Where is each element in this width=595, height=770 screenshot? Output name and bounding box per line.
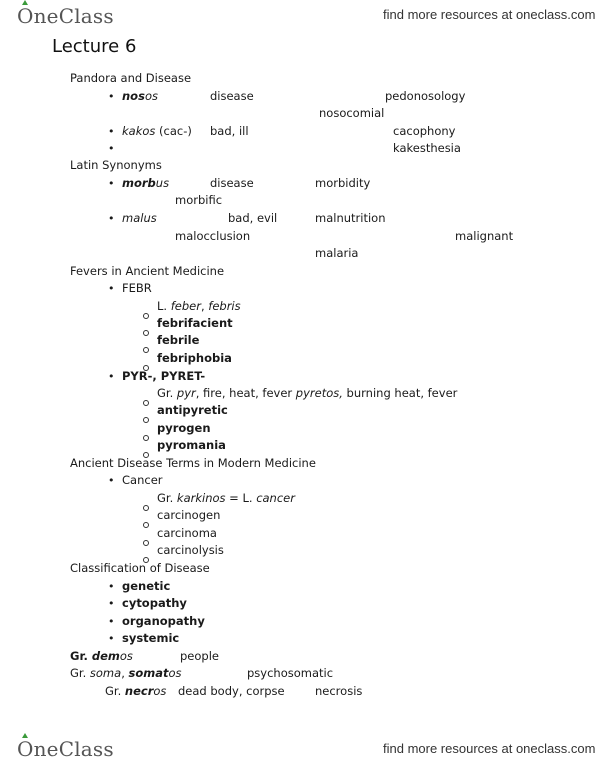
example: pedonosology — [385, 89, 466, 103]
bullet-icon: • — [108, 125, 115, 138]
footer-tagline[interactable]: find more resources at oneclass.com — [383, 741, 595, 756]
febr-term: febriphobia — [157, 351, 232, 365]
pyr-term: pyromania — [157, 438, 226, 452]
bullet-icon: • — [108, 615, 115, 628]
bullet-icon: • — [108, 632, 115, 645]
bullet-icon: • — [108, 90, 115, 103]
example: nosocomial — [319, 106, 385, 120]
febr-term: febrile — [157, 333, 200, 347]
page-title: Lecture 6 — [52, 36, 137, 57]
classification-item: systemic — [122, 631, 180, 645]
example: psychosomatic — [247, 666, 334, 680]
classification-item: organopathy — [122, 614, 205, 628]
oneclass-logo[interactable]: OneClass — [17, 0, 114, 28]
bullet-icon: • — [108, 282, 115, 295]
term-morbus: morbus — [122, 176, 170, 190]
circle-bullet-icon — [143, 513, 149, 532]
section-heading: Fevers in Ancient Medicine — [70, 264, 225, 278]
pyr-term: pyrogen — [157, 421, 211, 435]
classification-item: cytopathy — [122, 596, 187, 610]
cancer-term: carcinoma — [157, 526, 217, 540]
bullet-icon: • — [108, 597, 115, 610]
bullet-icon: • — [108, 212, 115, 225]
term-pyr: PYR-, PYRET- — [122, 369, 206, 383]
cancer-term: carcinolysis — [157, 543, 224, 557]
bullet-icon: • — [108, 474, 115, 487]
bullet-icon: • — [108, 177, 115, 190]
example: malignant — [455, 229, 514, 243]
section-heading: Classification of Disease — [70, 561, 210, 575]
term-necros: Gr. necros — [105, 684, 167, 698]
logo-text: OneClass — [17, 4, 114, 28]
term-soma: Gr. soma, somatos — [70, 666, 182, 680]
section-heading: Pandora and Disease — [70, 71, 192, 85]
term-demos: Gr. demos — [70, 649, 133, 663]
definition: bad, evil — [228, 211, 278, 225]
example: malaria — [315, 246, 359, 260]
definition: bad, ill — [210, 124, 249, 138]
example: necrosis — [315, 684, 363, 698]
example: cacophony — [393, 124, 456, 138]
term-kakos: kakos (cac-) — [122, 124, 192, 138]
circle-bullet-icon — [143, 338, 149, 357]
classification-item: genetic — [122, 579, 171, 593]
circle-bullet-icon — [143, 408, 149, 427]
example: morbidity — [315, 176, 371, 190]
term-nosos: nosos — [122, 89, 158, 103]
definition: disease — [210, 89, 254, 103]
pyr-term: antipyretic — [157, 403, 228, 417]
definition: people — [180, 649, 219, 663]
example: malnutrition — [315, 211, 386, 225]
section-heading: Latin Synonyms — [70, 158, 162, 172]
oneclass-footer-logo[interactable]: OneClass — [17, 733, 114, 761]
example: morbific — [175, 193, 223, 207]
febr-origin: L. feber, febris — [157, 299, 241, 313]
example: malocclusion — [175, 229, 251, 243]
definition: disease — [210, 176, 254, 190]
term-febr: FEBR — [122, 281, 152, 295]
leaf-icon — [22, 0, 28, 5]
logo-text: OneClass — [17, 737, 114, 761]
section-heading: Ancient Disease Terms in Modern Medicine — [70, 456, 316, 470]
header-tagline[interactable]: find more resources at oneclass.com — [383, 7, 595, 22]
bullet-icon: • — [108, 370, 115, 383]
example: kakesthesia — [393, 141, 461, 155]
cancer-term: carcinogen — [157, 508, 221, 522]
term-malus: malus — [122, 211, 157, 225]
definition: dead body, corpse — [178, 684, 285, 698]
term-cancer: Cancer — [122, 473, 163, 487]
bullet-icon: • — [108, 580, 115, 593]
febr-term: febrifacient — [157, 316, 233, 330]
pyr-origin: Gr. pyr, fire, heat, fever pyretos, burn… — [157, 386, 458, 400]
bullet-icon: • — [108, 142, 115, 155]
leaf-icon — [22, 733, 28, 738]
cancer-origin: Gr. karkinos = L. cancer — [157, 491, 295, 505]
